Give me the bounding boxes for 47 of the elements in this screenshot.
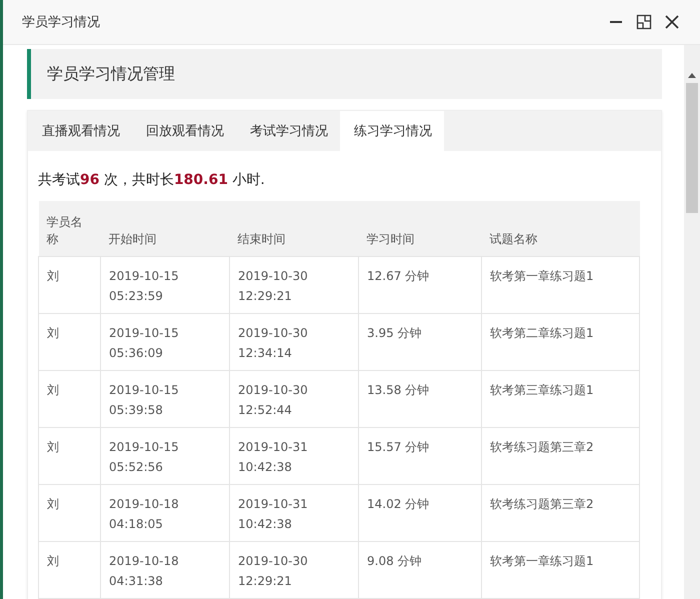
table-cell: 软考练习题第三章2 — [482, 428, 640, 484]
table-cell: 2019-10-30 12:52:44 — [230, 370, 358, 428]
table-cell: 2019-10-18 04:18:05 — [100, 484, 230, 542]
table-cell: 软考第一章练习题1 — [482, 256, 640, 314]
table-cell: 刘 — [38, 256, 100, 314]
table-cell: 2019-10-15 05:52:56 — [100, 428, 230, 484]
scroll-up-icon[interactable] — [687, 71, 697, 79]
table-cell: 3.95 分钟 — [358, 314, 482, 370]
table-cell: 2019-10-31 10:42:38 — [230, 484, 358, 542]
tab[interactable]: 回放观看情况 — [132, 111, 236, 151]
table-cell: 2019-10-30 12:34:14 — [230, 314, 358, 370]
tab[interactable]: 练习学习情况 — [340, 111, 444, 151]
table-cell: 9.08 分钟 — [358, 542, 482, 598]
summary-text: 共考试96 次，共时长180.61 小时. — [37, 171, 266, 190]
table-cell: 软考第二章练习题1 — [482, 314, 640, 370]
table-cell: 2019-10-30 12:29:21 — [230, 256, 358, 314]
table-cell: 2019-10-15 05:36:09 — [100, 314, 230, 370]
table-cell: 软考第一章练习题1 — [482, 542, 640, 598]
table-cell: 2019-10-18 04:31:38 — [100, 542, 230, 598]
table-cell: 刘 — [38, 428, 100, 484]
scrollbar[interactable] — [684, 45, 700, 599]
table-cell: 刘 — [38, 542, 100, 598]
column-header: 试题名称 — [482, 201, 640, 256]
maximize-icon[interactable] — [636, 14, 652, 30]
table-cell: 软考练习题第三章2 — [482, 484, 640, 542]
table-cell: 软考第三章练习题1 — [482, 370, 640, 428]
table-cell: 2019-10-15 05:39:58 — [100, 370, 230, 428]
table-cell: 刘 — [38, 370, 100, 428]
column-header: 学习时间 — [358, 201, 482, 256]
close-icon[interactable] — [664, 14, 680, 30]
table-cell: 2019-10-15 05:23:59 — [100, 256, 230, 314]
table-cell: 14.02 分钟 — [358, 484, 482, 542]
scrollbar-thumb[interactable] — [686, 83, 698, 213]
table-cell: 2019-10-30 12:29:21 — [230, 542, 358, 598]
tab[interactable]: 考试学习情况 — [236, 111, 340, 151]
tab[interactable]: 直播观看情况 — [28, 111, 132, 151]
column-header: 结束时间 — [230, 201, 358, 256]
table-cell: 刘 — [38, 314, 100, 370]
table-cell: 13.58 分钟 — [358, 370, 482, 428]
table-cell: 12.67 分钟 — [358, 256, 482, 314]
table-cell: 刘 — [38, 484, 100, 542]
table-cell: 15.57 分钟 — [358, 428, 482, 484]
table-cell: 2019-10-31 10:42:38 — [230, 428, 358, 484]
column-header: 开始时间 — [100, 201, 230, 256]
column-header: 学员名称 — [38, 201, 100, 256]
section-title: 学员学习情况管理 — [47, 64, 175, 84]
window-title: 学员学习情况 — [22, 14, 100, 31]
